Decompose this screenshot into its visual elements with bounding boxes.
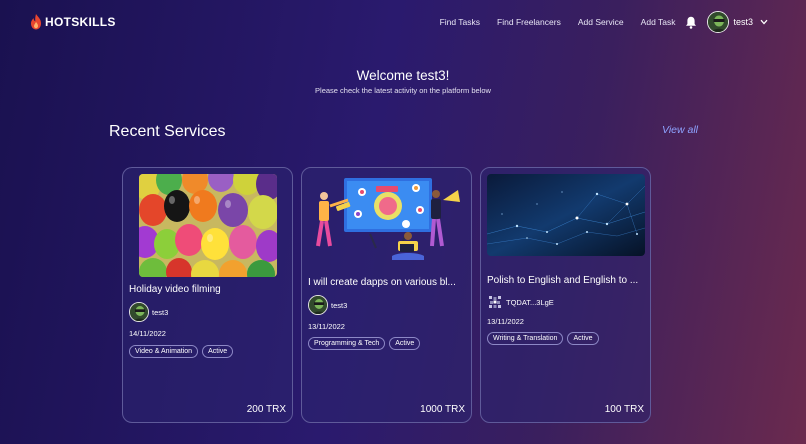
service-title[interactable]: Polish to English and English to ... [487,275,645,286]
avatar [308,295,328,315]
service-title[interactable]: Holiday video filming [129,284,287,295]
avatar [129,302,149,322]
status-badge: Active [389,337,421,350]
brand-logo[interactable]: HOTSKILLS [30,14,116,30]
dapps-illustration [316,178,460,260]
brand-name: HOTSKILLS [45,15,116,29]
identicon-icon [489,296,501,308]
avatar-image [309,296,327,314]
nav-find-freelancers[interactable]: Find Freelancers [497,17,561,27]
nav-menu: Find Tasks Find Freelancers Add Service … [423,11,768,33]
service-price: 100 TRX [604,404,644,415]
service-image-dapps [306,174,468,268]
service-price: 1000 TRX [420,404,465,415]
avatar [707,11,730,33]
service-card[interactable]: I will create dapps on various bl... tes… [301,167,472,423]
section-title: Recent Services [109,123,226,140]
balloons-image [139,174,277,277]
seller-info[interactable]: test3 [129,302,168,322]
seller-info[interactable]: test3 [308,295,347,315]
flame-icon [31,14,41,30]
category-tag: Video & Animation [129,345,199,358]
nav-add-task[interactable]: Add Task [641,17,676,27]
service-image-balloons [139,174,277,277]
category-tag: Writing & Translation [487,332,564,345]
view-all-link[interactable]: View all [662,124,698,136]
welcome-title: Welcome test3! [356,68,450,83]
service-date: 13/11/2022 [487,317,524,326]
service-price: 200 TRX [246,404,286,415]
service-card[interactable]: Holiday video filming test3 14/11/2022 V… [122,167,293,423]
tag-list: Programming & Tech Active [308,337,421,350]
nav-add-service[interactable]: Add Service [578,17,624,27]
service-date: 14/11/2022 [129,329,166,338]
category-tag: Programming & Tech [308,337,386,350]
tag-list: Video & Animation Active [129,345,234,358]
username: test3 [733,17,753,27]
nav-find-tasks[interactable]: Find Tasks [440,17,480,27]
seller-name: test3 [331,300,348,310]
status-badge: Active [567,332,599,345]
seller-info[interactable]: TQDAT...3LgE [487,294,554,310]
welcome-block: Welcome test3! Please check the latest a… [0,68,806,95]
chevron-down-icon [760,19,768,25]
tag-list: Writing & Translation Active [487,332,599,345]
service-image-network [487,174,645,256]
avatar-image [708,12,729,32]
avatar-image [130,303,148,321]
welcome-subtitle: Please check the latest activity on the … [315,86,491,95]
service-title[interactable]: I will create dapps on various bl... [308,277,466,288]
network-image [487,174,645,256]
seller-name: test3 [152,307,169,317]
service-date: 13/11/2022 [308,322,345,331]
top-navbar: HOTSKILLS Find Tasks Find Freelancers Ad… [0,0,806,44]
user-menu[interactable]: test3 [707,11,768,33]
status-badge: Active [202,345,234,358]
bell-icon[interactable] [685,16,697,29]
seller-name: TQDAT...3LgE [506,297,554,307]
service-card[interactable]: Polish to English and English to ... TQD… [480,167,651,423]
